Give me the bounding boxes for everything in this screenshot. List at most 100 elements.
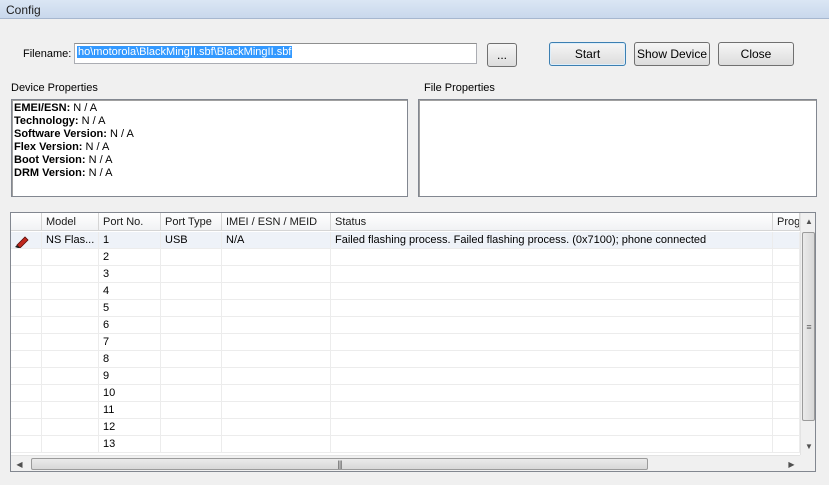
close-button[interactable]: Close (718, 42, 794, 66)
row-model (42, 317, 99, 334)
vertical-scrollbar[interactable]: ▲ ≡ ▼ (800, 213, 815, 455)
row-model (42, 351, 99, 368)
row-status (331, 266, 773, 283)
device-property-value: N / A (85, 167, 113, 179)
device-property-line: EMEI/ESN: N / A (14, 102, 405, 115)
row-status (331, 317, 773, 334)
table-row[interactable]: 3 (11, 266, 800, 283)
grid-col-port-no-header[interactable]: Port No. (99, 213, 161, 231)
table-row[interactable]: 12 (11, 419, 800, 436)
row-port-no: 1 (99, 232, 161, 249)
table-row[interactable]: 5 (11, 300, 800, 317)
phone-icon (15, 236, 29, 248)
row-progress-cell (773, 266, 800, 283)
table-row[interactable]: 6 (11, 317, 800, 334)
filename-input[interactable]: ho\motorola\BlackMingII.sbf\BlackMingII.… (74, 43, 477, 64)
grid-col-imei-header[interactable]: IMEI / ESN / MEID (222, 213, 331, 231)
row-icon-cell (11, 266, 42, 283)
config-title-bar: Config (0, 0, 829, 19)
device-property-value: N / A (106, 128, 134, 140)
row-progress-cell (773, 402, 800, 419)
row-imei (222, 266, 331, 283)
table-row[interactable]: 7 (11, 334, 800, 351)
scroll-left-arrow-icon[interactable]: ◀ (11, 456, 28, 471)
grid-col-port-type-header[interactable]: Port Type (161, 213, 222, 231)
row-progress-cell (773, 436, 800, 453)
table-row[interactable]: 9 (11, 368, 800, 385)
show-device-button[interactable]: Show Device (634, 42, 710, 66)
device-property-key: Flex Version: (14, 141, 83, 153)
table-row[interactable]: 10 (11, 385, 800, 402)
table-row[interactable]: 13 (11, 436, 800, 453)
row-port-no: 13 (99, 436, 161, 453)
row-imei (222, 334, 331, 351)
row-port-no: 2 (99, 249, 161, 266)
row-progress-cell (773, 249, 800, 266)
row-model (42, 402, 99, 419)
row-port-type (161, 300, 222, 317)
row-port-type (161, 419, 222, 436)
device-properties-label: Device Properties (11, 82, 98, 94)
device-property-line: Flex Version: N / A (14, 141, 405, 154)
row-model (42, 249, 99, 266)
row-icon-cell (11, 385, 42, 402)
row-imei (222, 385, 331, 402)
row-status (331, 334, 773, 351)
row-model (42, 368, 99, 385)
row-progress-cell (773, 351, 800, 368)
row-progress-cell (773, 334, 800, 351)
row-progress-cell (773, 300, 800, 317)
row-icon-cell (11, 317, 42, 334)
row-icon-cell (11, 334, 42, 351)
row-port-type (161, 368, 222, 385)
row-status (331, 436, 773, 453)
device-property-value: N / A (78, 115, 106, 127)
horizontal-scrollbar[interactable]: ◀ ||| ▶ (11, 455, 800, 471)
grid-col-icon-header[interactable] (11, 213, 42, 231)
device-property-value: N / A (82, 141, 110, 153)
row-port-no: 7 (99, 334, 161, 351)
row-port-type (161, 436, 222, 453)
horizontal-scroll-thumb[interactable]: ||| (31, 458, 648, 470)
table-row[interactable]: 4 (11, 283, 800, 300)
row-status (331, 249, 773, 266)
row-imei (222, 419, 331, 436)
file-properties-box[interactable] (418, 99, 817, 197)
device-property-value: N / A (85, 154, 113, 166)
file-properties-label: File Properties (424, 82, 495, 94)
row-progress-cell (773, 385, 800, 402)
scroll-down-arrow-icon[interactable]: ▼ (801, 438, 815, 455)
start-button[interactable]: Start (549, 42, 626, 66)
table-row[interactable]: 8 (11, 351, 800, 368)
row-port-type (161, 385, 222, 402)
table-row[interactable]: 11 (11, 402, 800, 419)
device-grid[interactable]: Model Port No. Port Type IMEI / ESN / MEID S… (10, 212, 816, 472)
row-status: Failed flashing process. Failed flashing… (331, 232, 773, 249)
row-port-no: 4 (99, 283, 161, 300)
row-port-no: 9 (99, 368, 161, 385)
row-icon-cell (11, 283, 42, 300)
row-model (42, 266, 99, 283)
row-imei (222, 300, 331, 317)
row-imei: N/A (222, 232, 331, 249)
row-status (331, 283, 773, 300)
row-port-no: 12 (99, 419, 161, 436)
row-icon-cell (11, 368, 42, 385)
scroll-right-arrow-icon[interactable]: ▶ (783, 456, 800, 471)
row-progress-cell (773, 283, 800, 300)
device-properties-box[interactable]: EMEI/ESN: N / A Technology: N / A Software… (11, 99, 408, 197)
table-row[interactable]: 2 (11, 249, 800, 266)
vertical-scroll-thumb[interactable]: ≡ (802, 232, 815, 421)
grid-col-progress-header[interactable]: Prog (773, 213, 800, 231)
device-property-key: EMEI/ESN: (14, 102, 71, 114)
window-title: Config (6, 3, 41, 17)
table-row[interactable]: NS Flas... 1 USB N/A Failed flashing process… (11, 232, 800, 249)
browse-button[interactable]: ... (487, 43, 517, 67)
scroll-up-arrow-icon[interactable]: ▲ (801, 213, 815, 230)
row-model (42, 436, 99, 453)
row-progress-cell (773, 419, 800, 436)
grid-col-model-header[interactable]: Model (42, 213, 99, 231)
row-status (331, 300, 773, 317)
grid-col-status-header[interactable]: Status (331, 213, 773, 231)
row-model (42, 419, 99, 436)
